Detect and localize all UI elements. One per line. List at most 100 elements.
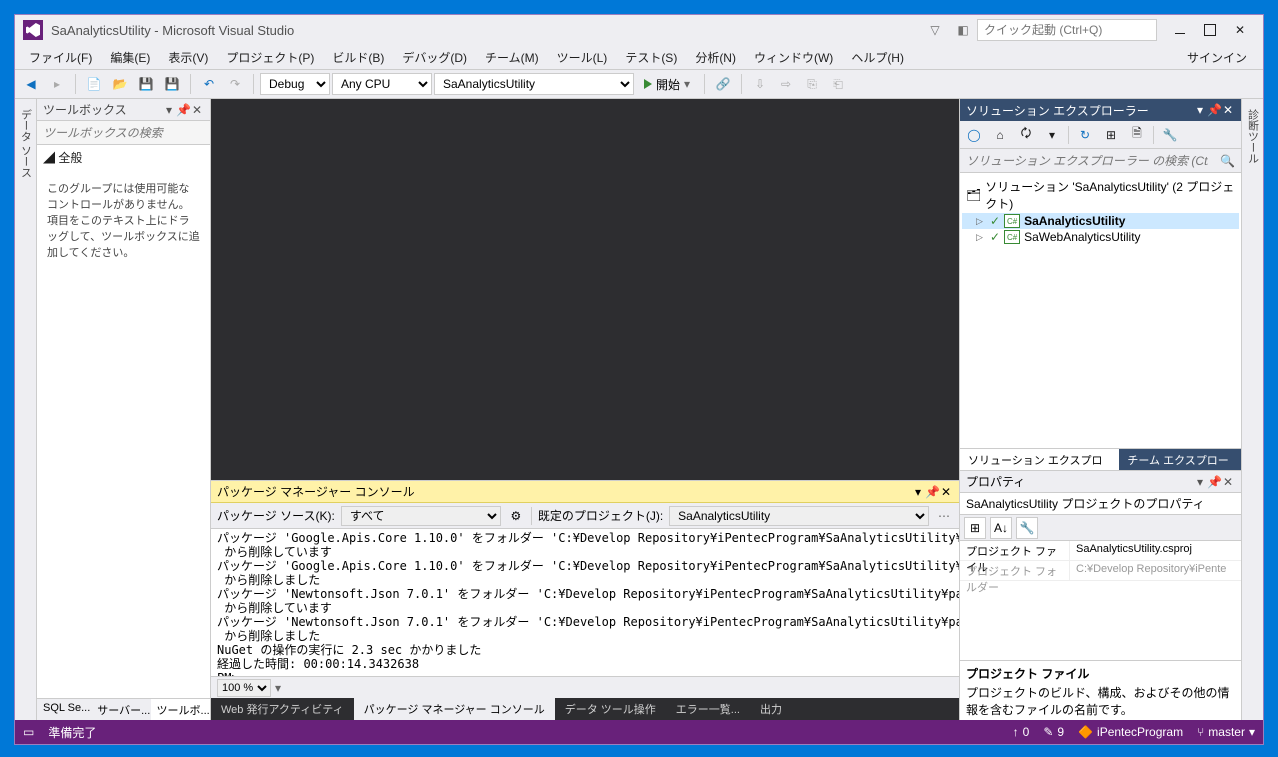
menu-tool[interactable]: ツール(L) <box>549 47 616 68</box>
tab-server[interactable]: サーバー... <box>91 699 150 720</box>
tree-project-1[interactable]: ▷ ✓ C# SaAnalyticsUtility <box>962 213 1239 229</box>
minimize-button[interactable] <box>1165 20 1195 40</box>
status-publish-up[interactable]: ↑ 0 <box>1013 725 1030 739</box>
new-project-button[interactable]: 📄 <box>82 72 106 96</box>
pin-icon[interactable]: 📌 <box>1207 103 1221 117</box>
dropdown-icon[interactable]: ▾ <box>1193 475 1207 489</box>
dropdown-icon[interactable]: ▾ <box>1193 103 1207 117</box>
pmc-zoom-select[interactable]: 100 % <box>217 679 271 697</box>
solexp-tree: 🗂 ソリューション 'SaAnalyticsUtility' (2 プロジェクト… <box>960 173 1241 448</box>
status-pending-down[interactable]: ✎ 9 <box>1043 725 1064 739</box>
categorized-icon[interactable]: ⊞ <box>964 517 986 539</box>
menu-debug[interactable]: デバッグ(D) <box>394 47 475 68</box>
save-button[interactable]: 💾 <box>134 72 158 96</box>
pmc-defproj-select[interactable]: SaAnalyticsUtility <box>669 506 929 526</box>
back-icon[interactable]: ◯ <box>964 125 984 145</box>
check-icon: ✓ <box>990 214 1000 228</box>
expand-icon[interactable]: ▷ <box>976 216 986 227</box>
step-over-icon[interactable]: ⇨ <box>774 72 798 96</box>
right-dock-strip: 診断ツール <box>1241 99 1263 720</box>
uncomment-icon[interactable]: ⎗ <box>826 72 850 96</box>
pin-icon[interactable]: 📌 <box>176 103 190 117</box>
wrench-icon[interactable]: 🔧 <box>1016 517 1038 539</box>
dropdown-icon[interactable]: ▾ <box>911 485 925 499</box>
tab-output[interactable]: 出力 <box>750 698 792 720</box>
start-button[interactable]: 開始▾ <box>636 76 698 93</box>
config-select[interactable]: Debug <box>260 73 330 95</box>
menubar: ファイル(F) 編集(E) 表示(V) プロジェクト(P) ビルド(B) デバッ… <box>15 45 1263 69</box>
quick-launch-input[interactable] <box>977 19 1157 41</box>
toolbox-group-header[interactable]: ◢ 全般 <box>37 145 210 170</box>
menu-view[interactable]: 表示(V) <box>160 47 216 68</box>
menu-project[interactable]: プロジェクト(P) <box>218 47 322 68</box>
save-all-button[interactable]: 💾 <box>160 72 184 96</box>
tab-solexp[interactable]: ソリューション エクスプローラー <box>960 449 1119 470</box>
pin-icon[interactable]: 📌 <box>1207 475 1221 489</box>
dropdown-icon[interactable]: ▾ <box>162 103 176 117</box>
pmc-extra-icon[interactable]: ⋯ <box>935 509 953 523</box>
maximize-button[interactable] <box>1195 20 1225 40</box>
pin-icon[interactable]: 📌 <box>925 485 939 499</box>
preview-icon[interactable]: ▾ <box>1042 125 1062 145</box>
close-pane-icon[interactable]: ✕ <box>190 103 204 117</box>
redo-button[interactable]: ↷ <box>223 72 247 96</box>
toolbox-pane: ツールボックス ▾ 📌 ✕ 🔍 ◢ 全般 このグループには使用可能なコントロール… <box>37 99 211 720</box>
open-file-button[interactable]: 📂 <box>108 72 132 96</box>
pmc-source-select[interactable]: すべて <box>341 506 501 526</box>
props-object-select[interactable]: SaAnalyticsUtility プロジェクトのプロパティ <box>960 493 1241 515</box>
close-button[interactable] <box>1225 20 1255 40</box>
step-into-icon[interactable]: ⇩ <box>748 72 772 96</box>
tab-sql[interactable]: SQL Se... <box>37 699 91 720</box>
close-pane-icon[interactable]: ✕ <box>1221 475 1235 489</box>
menu-window[interactable]: ウィンドウ(W) <box>746 47 841 68</box>
showall-icon[interactable]: 🗎 <box>1127 125 1147 145</box>
alphabetical-icon[interactable]: A↓ <box>990 517 1012 539</box>
props-description: プロジェクト ファイル プロジェクトのビルド、構成、およびその他の情報を含むファ… <box>960 660 1241 720</box>
tab-toolbox[interactable]: ツールボ... <box>151 699 210 720</box>
tab-datatools[interactable]: データ ツール操作 <box>555 698 666 720</box>
pmc-output[interactable]: パッケージ 'Google.Apis.Core 1.10.0' をフォルダー '… <box>211 529 959 676</box>
menu-team[interactable]: チーム(M) <box>477 47 547 68</box>
status-branch[interactable]: ⑂ master ▾ <box>1197 725 1255 739</box>
undo-button[interactable]: ↶ <box>197 72 221 96</box>
menu-build[interactable]: ビルド(B) <box>324 47 392 68</box>
gear-icon[interactable]: ⚙ <box>507 509 525 523</box>
properties-icon[interactable]: 🔧 <box>1160 125 1180 145</box>
props-row-projectfile[interactable]: プロジェクト ファイル SaAnalyticsUtility.csproj <box>960 541 1241 561</box>
menu-file[interactable]: ファイル(F) <box>21 47 100 68</box>
browser-link-icon[interactable]: 🔗 <box>711 72 735 96</box>
menu-help[interactable]: ヘルプ(H) <box>843 47 912 68</box>
nav-back-button[interactable]: ◀ <box>19 72 43 96</box>
home-icon[interactable]: ⌂ <box>990 125 1010 145</box>
solexp-search-input[interactable] <box>960 154 1214 168</box>
tree-solution-root[interactable]: 🗂 ソリューション 'SaAnalyticsUtility' (2 プロジェクト… <box>962 177 1239 213</box>
signin-link[interactable]: サインイン <box>1177 47 1257 68</box>
tree-project-2[interactable]: ▷ ✓ C# SaWebAnalyticsUtility <box>962 229 1239 245</box>
close-pane-icon[interactable]: ✕ <box>1221 103 1235 117</box>
menu-test[interactable]: テスト(S) <box>617 47 685 68</box>
refresh-icon[interactable]: ↻ <box>1075 125 1095 145</box>
sync-icon[interactable]: 🗘 <box>1016 125 1036 145</box>
tab-errorlist[interactable]: エラー一覧... <box>666 698 750 720</box>
platform-select[interactable]: Any CPU <box>332 73 432 95</box>
comment-icon[interactable]: ⎘ <box>800 72 824 96</box>
notifications-icon[interactable]: ▽ <box>925 20 945 40</box>
toolbox-search-input[interactable] <box>37 126 206 140</box>
status-repo[interactable]: 🔶 iPentecProgram <box>1078 725 1183 739</box>
tab-teamexp[interactable]: チーム エクスプローラー <box>1119 449 1241 470</box>
tab-diagnostics[interactable]: 診断ツール <box>1243 103 1263 170</box>
toolbox-empty-message: このグループには使用可能なコントロールがありません。項目をこのテキスト上にドラッ… <box>37 170 210 698</box>
expand-icon[interactable]: ▷ <box>976 232 986 243</box>
search-icon[interactable]: 🔍 <box>1214 154 1241 168</box>
props-row-projectfolder[interactable]: プロジェクト フォルダー C:¥Develop Repository¥iPent… <box>960 561 1241 581</box>
tab-pmc[interactable]: パッケージ マネージャー コンソール <box>354 698 555 720</box>
menu-edit[interactable]: 編集(E) <box>102 47 158 68</box>
feedback-icon[interactable]: ◧ <box>953 20 973 40</box>
tab-webpublish[interactable]: Web 発行アクティビティ <box>211 698 354 720</box>
nav-fwd-button[interactable]: ▸ <box>45 72 69 96</box>
menu-analyze[interactable]: 分析(N) <box>687 47 744 68</box>
close-pane-icon[interactable]: ✕ <box>939 485 953 499</box>
collapse-icon[interactable]: ⊞ <box>1101 125 1121 145</box>
startup-select[interactable]: SaAnalyticsUtility <box>434 73 634 95</box>
tab-datasource[interactable]: データ ソース <box>16 103 36 184</box>
